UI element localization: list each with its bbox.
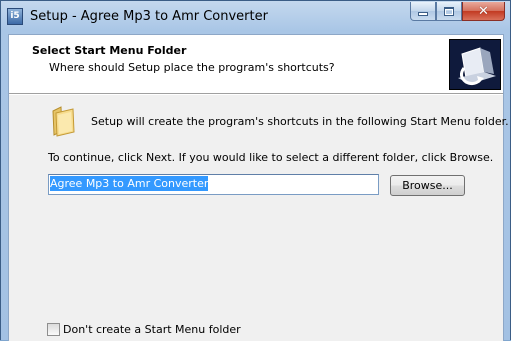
maximize-icon (444, 6, 454, 16)
instructions-text: To continue, click Next. If you would li… (48, 151, 494, 164)
intro-text: Setup will create the program's shortcut… (91, 115, 509, 128)
start-menu-folder-input[interactable]: Agree Mp3 to Amr Converter (48, 174, 379, 195)
browse-button[interactable]: Browse... (390, 175, 465, 196)
wizard-page: Select Start Menu Folder Where should Se… (8, 34, 509, 341)
computer-install-icon (449, 39, 501, 90)
minimize-button[interactable] (410, 2, 436, 21)
setup-window: i5 Setup - Agree Mp3 to Amr Converter ✕ … (0, 0, 511, 341)
close-icon: ✕ (478, 3, 489, 19)
folder-icon (49, 105, 79, 137)
folder-input-value: Agree Mp3 to Amr Converter (50, 176, 209, 191)
close-button[interactable]: ✕ (462, 2, 505, 21)
page-subtitle: Where should Setup place the program's s… (49, 61, 335, 74)
maximize-button[interactable] (436, 2, 462, 21)
page-title: Select Start Menu Folder (32, 44, 187, 57)
wizard-header: Select Start Menu Folder Where should Se… (9, 35, 503, 94)
minimize-icon (418, 12, 428, 16)
no-folder-checkbox[interactable] (47, 323, 60, 336)
header-divider (9, 94, 503, 95)
setup-app-icon[interactable]: i5 (7, 8, 23, 25)
window-title: Setup - Agree Mp3 to Amr Converter (30, 9, 268, 24)
no-folder-label[interactable]: Don't create a Start Menu folder (63, 323, 241, 336)
no-folder-option[interactable]: Don't create a Start Menu folder (47, 323, 241, 336)
title-bar[interactable]: i5 Setup - Agree Mp3 to Amr Converter ✕ (1, 1, 510, 34)
caption-buttons: ✕ (410, 2, 505, 22)
